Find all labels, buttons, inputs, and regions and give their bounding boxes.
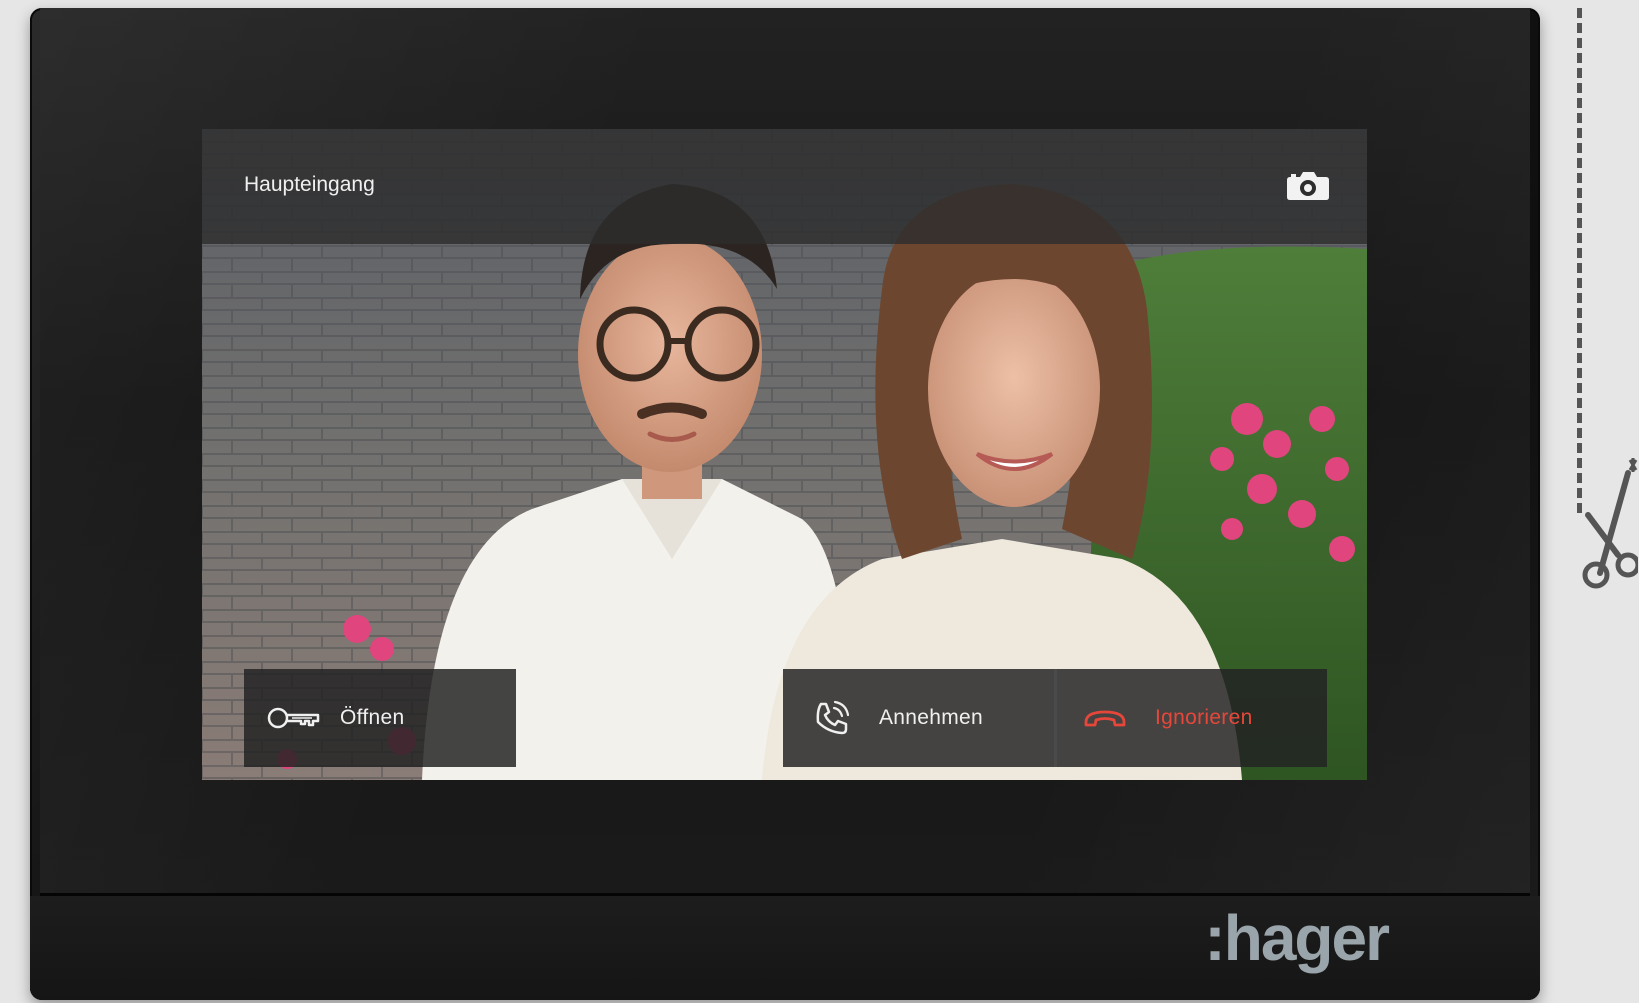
- ignore-call-button[interactable]: Ignorieren: [1057, 669, 1327, 767]
- accept-call-label: Annehmen: [879, 706, 983, 729]
- door-station-name: Haupteingang: [244, 173, 375, 196]
- screen-header: Haupteingang: [202, 129, 1367, 244]
- intercom-device: :hager Haupteingang Öffnen Annehmen Igno…: [30, 8, 1540, 1000]
- open-door-label: Öffnen: [340, 706, 405, 729]
- cut-guide-line: [1577, 8, 1582, 513]
- camera-icon: [1287, 172, 1329, 200]
- accept-call-button[interactable]: Annehmen: [783, 669, 1054, 767]
- hager-logo: :hager: [1204, 902, 1390, 974]
- snapshot-button[interactable]: [1283, 165, 1333, 205]
- ignore-call-label: Ignorieren: [1155, 706, 1253, 729]
- hang-up-icon: [1081, 706, 1129, 730]
- video-screen: Haupteingang Öffnen Annehmen Ignorieren: [202, 129, 1367, 780]
- key-icon: [264, 704, 324, 732]
- open-door-button[interactable]: Öffnen: [244, 669, 516, 767]
- scissors-icon: [1578, 455, 1639, 595]
- phone-ringing-icon: [811, 698, 853, 738]
